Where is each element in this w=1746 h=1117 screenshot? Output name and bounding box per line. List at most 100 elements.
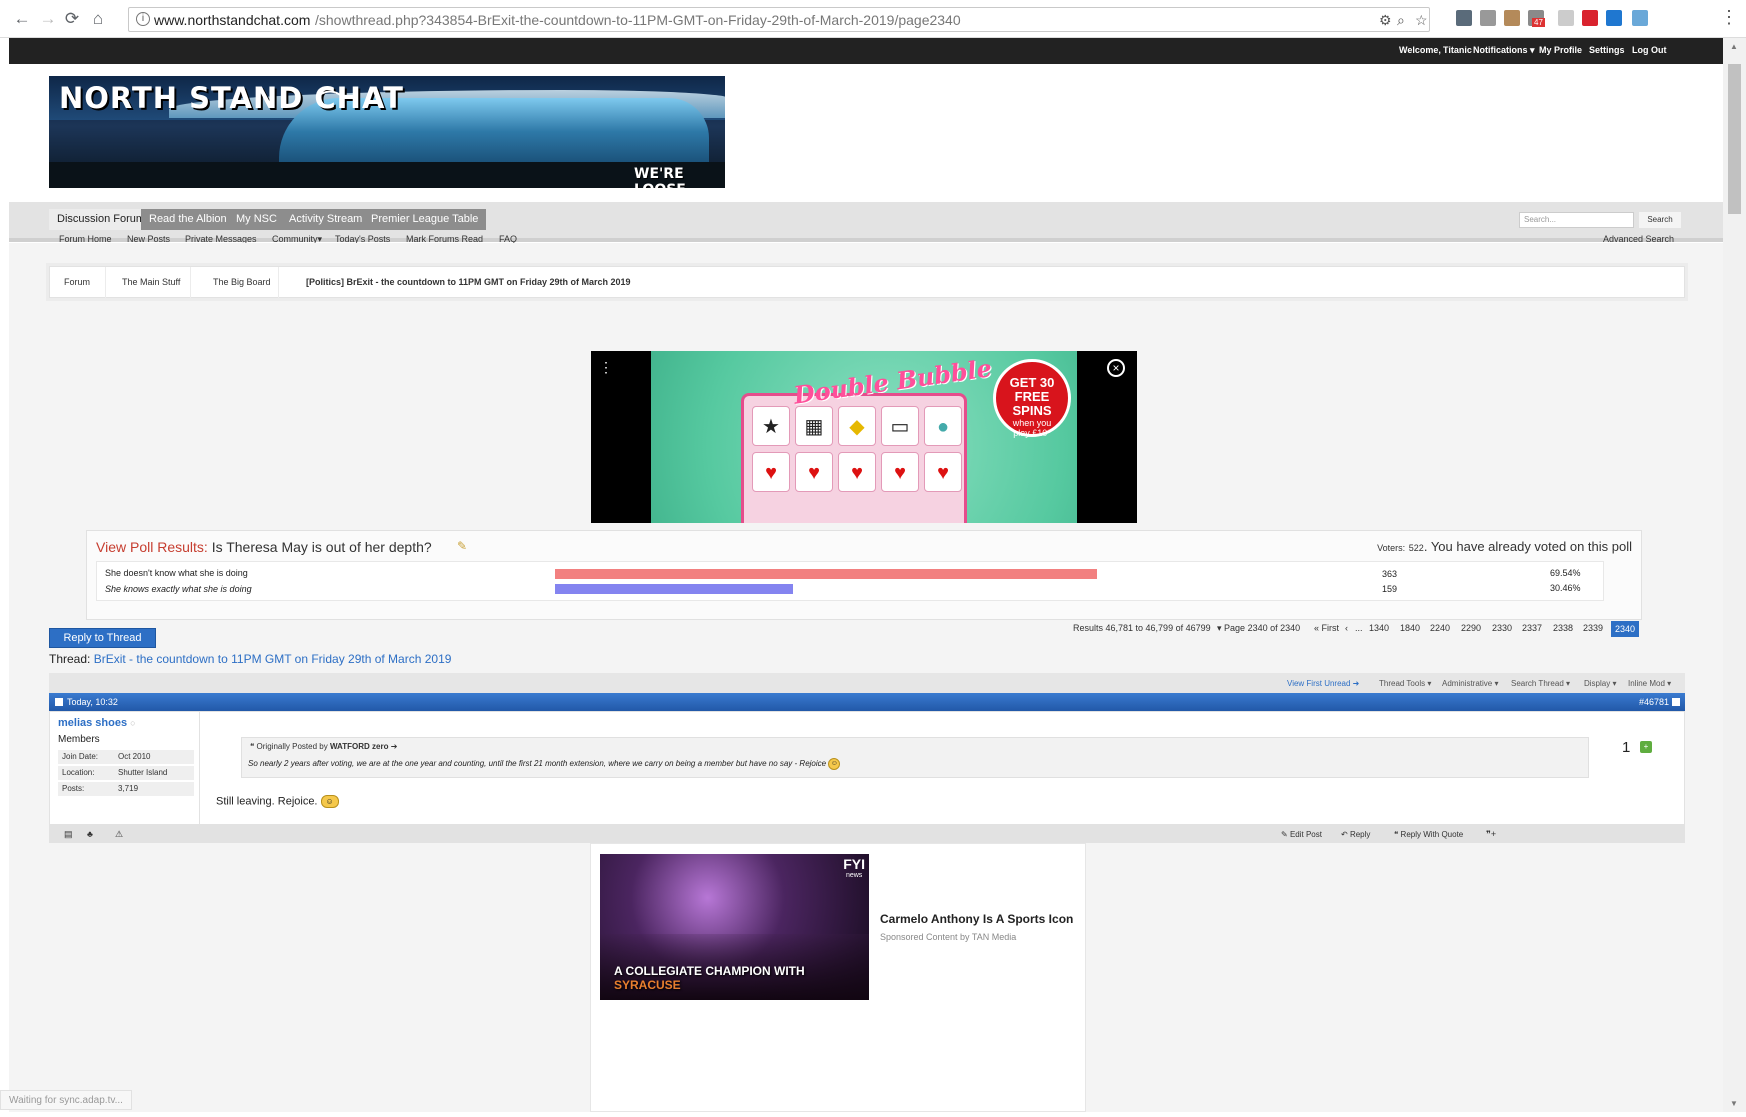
breadcrumb-forum[interactable]: Forum bbox=[64, 277, 90, 287]
post-username-link[interactable]: melias shoes ○ bbox=[58, 717, 136, 729]
page-link[interactable]: 2330 bbox=[1492, 623, 1512, 633]
logout-link[interactable]: Log Out bbox=[1632, 45, 1667, 55]
user-info-value: Shutter Island bbox=[118, 768, 168, 777]
breadcrumb-main-stuff[interactable]: The Main Stuff bbox=[122, 277, 180, 287]
scrollbar-thumb[interactable] bbox=[1728, 64, 1741, 214]
chevron-down-icon: ▾ bbox=[1612, 679, 1617, 688]
pagination-ellipsis: ... bbox=[1355, 623, 1363, 633]
extension-icon[interactable] bbox=[1456, 10, 1472, 26]
page-link[interactable]: 2339 bbox=[1583, 623, 1603, 633]
voters-label: Voters: bbox=[1377, 543, 1406, 553]
reply-button[interactable]: ↶ Reply bbox=[1341, 830, 1370, 839]
url-path: /showthread.php?343854-BrExit-the-countd… bbox=[315, 12, 961, 28]
pencil-icon[interactable]: ✎ bbox=[457, 539, 467, 553]
inline-mod-menu[interactable]: Inline Mod ▾ bbox=[1628, 679, 1671, 688]
back-icon[interactable]: ← bbox=[12, 9, 32, 29]
poll-voters: Voters: 522. You have already voted on t… bbox=[1377, 539, 1632, 554]
page-link[interactable]: 2337 bbox=[1522, 623, 1542, 633]
thread-tools-menu[interactable]: Thread Tools ▾ bbox=[1379, 679, 1431, 688]
page-link[interactable]: 1840 bbox=[1400, 623, 1420, 633]
administrative-menu[interactable]: Administrative ▾ bbox=[1442, 679, 1499, 688]
current-page[interactable]: 2340 bbox=[1611, 621, 1640, 637]
page-link[interactable]: 2290 bbox=[1461, 623, 1481, 633]
report-icon[interactable]: ⚠ bbox=[115, 829, 123, 840]
vertical-scrollbar[interactable]: ▲ ▼ bbox=[1723, 38, 1746, 1112]
address-bar[interactable]: i www.northstandchat.com /showthread.php… bbox=[128, 7, 1430, 32]
fyi-badge-sub: news bbox=[845, 872, 863, 879]
first-page-link[interactable]: « First bbox=[1314, 623, 1339, 633]
cherry-icon: ♥ bbox=[752, 452, 790, 492]
page-link[interactable]: 1340 bbox=[1369, 623, 1389, 633]
translate-icon[interactable]: ⚙ bbox=[1379, 12, 1392, 29]
slot-cell: ▭ bbox=[881, 406, 919, 446]
extension-icon[interactable]: 47 bbox=[1528, 10, 1545, 27]
post-select-checkbox[interactable] bbox=[1672, 698, 1680, 706]
page-link[interactable]: 2240 bbox=[1430, 623, 1450, 633]
sponsored-image[interactable]: FYI news A COLLEGIATE CHAMPION WITH SYRAC… bbox=[600, 854, 869, 1000]
reply-with-quote-label: Reply With Quote bbox=[1400, 830, 1464, 839]
results-count: Results 46,781 to 46,799 of 46799 bbox=[1073, 623, 1211, 633]
offline-status-icon: ○ bbox=[130, 718, 136, 728]
extension-icon[interactable] bbox=[1504, 10, 1520, 26]
reload-icon[interactable]: ⟳ bbox=[62, 9, 82, 29]
thread-label: Thread: bbox=[49, 652, 91, 666]
tab-my-nsc[interactable]: My NSC bbox=[228, 209, 285, 230]
post-number-link[interactable]: #46781 bbox=[1639, 697, 1669, 707]
username-link[interactable]: Titanic bbox=[1443, 45, 1472, 55]
multi-quote-icon[interactable]: ❞+ bbox=[1486, 829, 1496, 840]
notifications-link[interactable]: Notifications ▾ bbox=[1473, 45, 1535, 56]
reply-to-thread-button[interactable]: Reply to Thread bbox=[49, 628, 156, 648]
user-posts: Posts: 3,719 bbox=[58, 782, 194, 796]
extension-icon[interactable] bbox=[1632, 10, 1648, 26]
sponsored-card[interactable]: FYI news A COLLEGIATE CHAMPION WITH SYRAC… bbox=[590, 843, 1086, 1112]
browser-menu-icon[interactable]: ⋮ bbox=[1720, 7, 1738, 28]
thread-title-link[interactable]: BrExit - the countdown to 11PM GMT on Fr… bbox=[94, 652, 452, 666]
prev-page-link[interactable]: ‹ bbox=[1345, 623, 1348, 633]
tab-activity-stream[interactable]: Activity Stream bbox=[281, 209, 371, 230]
ad-options-icon[interactable]: ⋮ bbox=[599, 359, 613, 376]
advert-banner[interactable]: ⋮ ★ ▦ ◆ ▭ ● ♥ ♥ ♥ ♥ ♥ Double Bubble GET … bbox=[591, 351, 1137, 523]
scroll-down-icon[interactable]: ▼ bbox=[1730, 1099, 1738, 1108]
like-icon[interactable]: + bbox=[1640, 741, 1652, 753]
quote-prefix: Originally Posted by bbox=[256, 742, 328, 751]
bookmark-star-icon[interactable]: ☆ bbox=[1415, 12, 1428, 29]
extension-icon[interactable] bbox=[1480, 10, 1496, 26]
extension-icon[interactable] bbox=[1606, 10, 1622, 26]
view-first-unread-link[interactable]: View First Unread ➜ bbox=[1287, 679, 1359, 688]
page-link[interactable]: 2338 bbox=[1553, 623, 1573, 633]
sponsored-headline[interactable]: Carmelo Anthony Is A Sports Icon bbox=[880, 912, 1073, 926]
close-icon[interactable]: × bbox=[1107, 359, 1125, 377]
settings-link[interactable]: Settings bbox=[1589, 45, 1625, 55]
extension-icon[interactable] bbox=[1582, 10, 1598, 26]
view-post-icon[interactable]: ➔ bbox=[391, 742, 398, 751]
search-input[interactable]: Search... bbox=[1519, 212, 1634, 228]
search-thread-menu[interactable]: Search Thread ▾ bbox=[1511, 679, 1570, 688]
welcome-text: Welcome, bbox=[1399, 45, 1441, 55]
user-info-key: Location: bbox=[62, 768, 95, 777]
chevron-down-icon: ▾ bbox=[1427, 679, 1432, 688]
tab-premier-league-table[interactable]: Premier League Table bbox=[363, 209, 487, 230]
ad-offer-line3: when you bbox=[1012, 418, 1052, 428]
fyi-badge: FYI bbox=[843, 856, 865, 872]
reply-with-quote-button[interactable]: ❝ Reply With Quote bbox=[1394, 830, 1463, 839]
extension-icon[interactable] bbox=[1558, 10, 1574, 26]
edit-post-button[interactable]: ✎ Edit Post bbox=[1281, 830, 1322, 839]
tab-read-the-albion[interactable]: Read the Albion bbox=[141, 209, 235, 230]
forward-icon[interactable]: → bbox=[38, 9, 58, 29]
reputation-icon[interactable]: ♣ bbox=[87, 829, 93, 839]
breadcrumb-big-board[interactable]: The Big Board bbox=[213, 277, 271, 287]
page-of-dropdown[interactable]: ▾ Page 2340 of 2340 bbox=[1217, 623, 1300, 634]
scroll-up-icon[interactable]: ▲ bbox=[1730, 42, 1738, 51]
post-info-icon[interactable]: ▤ bbox=[64, 829, 73, 840]
home-icon[interactable]: ⌂ bbox=[88, 9, 108, 29]
site-info-icon[interactable]: i bbox=[136, 12, 150, 26]
site-logo-banner[interactable]: NORTH STAND CHAT ⌒ WE'RE LOOSE bbox=[49, 76, 725, 188]
my-profile-link[interactable]: My Profile bbox=[1539, 45, 1582, 55]
poll-question: Is Theresa May is out of her depth? bbox=[211, 539, 432, 555]
thread-tools-label: Thread Tools bbox=[1379, 679, 1426, 688]
fyi-news-logo: FYI news bbox=[843, 856, 865, 882]
search-button[interactable]: Search bbox=[1639, 212, 1681, 228]
display-menu[interactable]: Display ▾ bbox=[1584, 679, 1616, 688]
poll-option-percent: 30.46% bbox=[1550, 583, 1581, 593]
zoom-icon[interactable]: ⌕ bbox=[1397, 12, 1405, 29]
